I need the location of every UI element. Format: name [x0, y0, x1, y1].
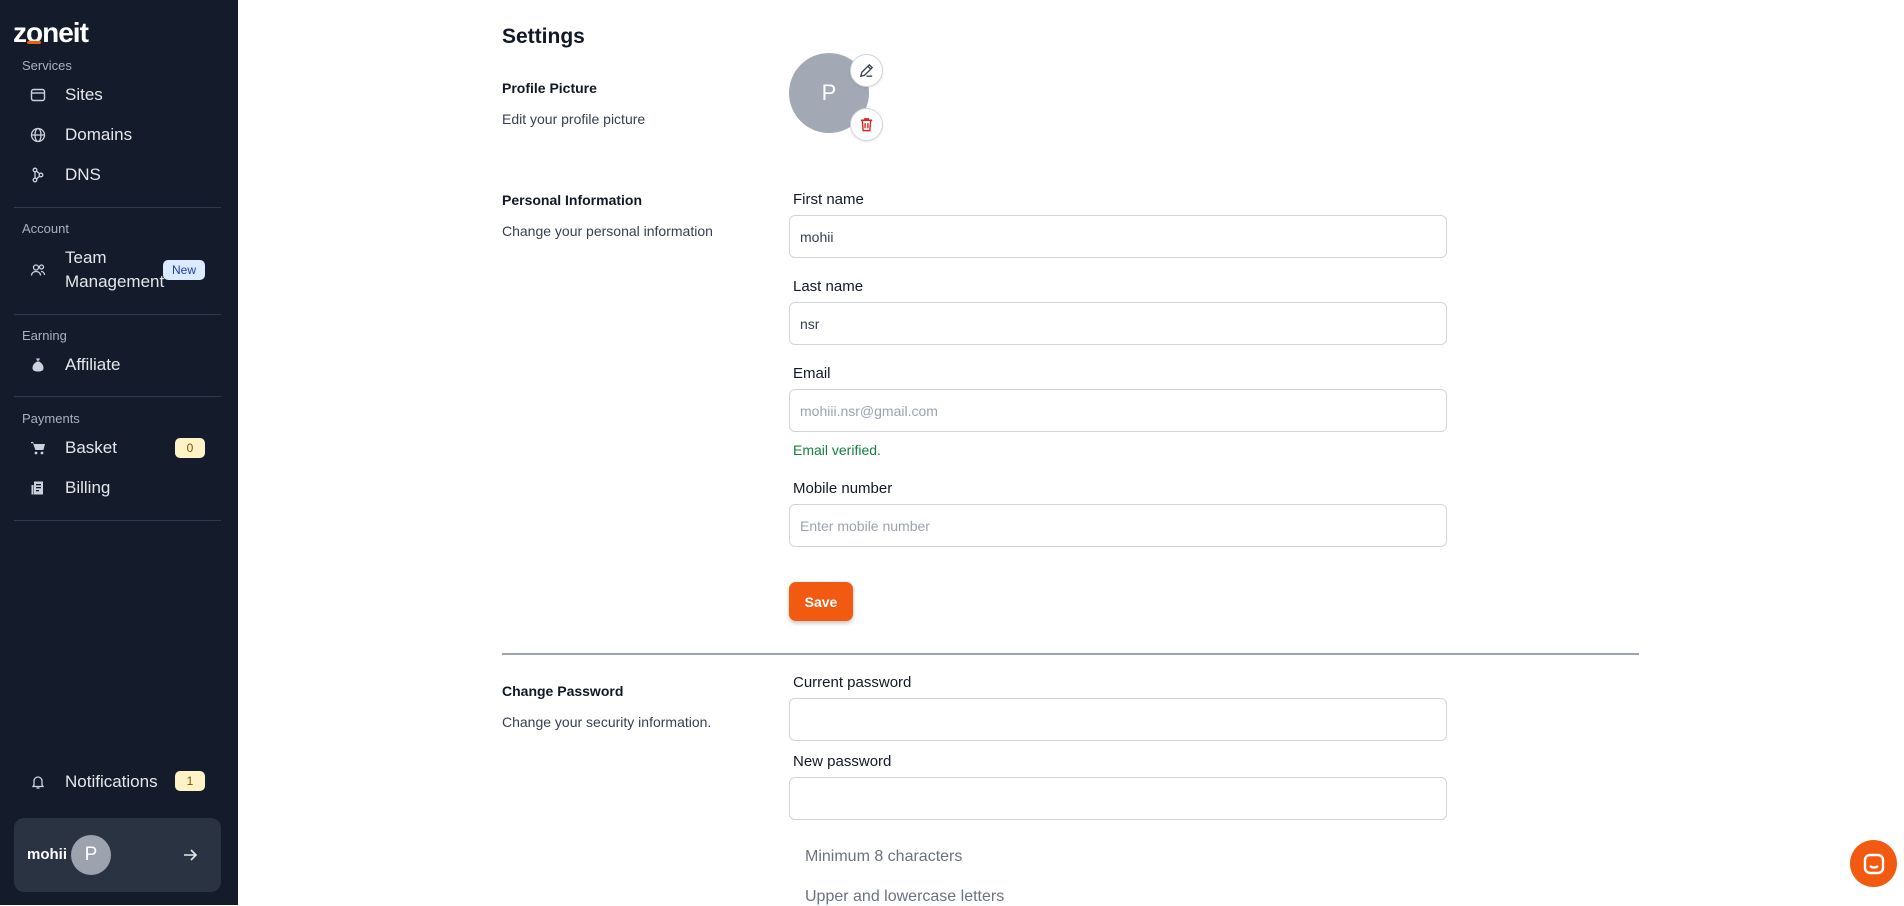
first-name-input[interactable] — [789, 215, 1447, 258]
delete-picture-button[interactable] — [850, 108, 883, 141]
new-badge: New — [162, 260, 205, 280]
sidebar-divider — [14, 396, 221, 397]
sidebar-item-sites[interactable]: Sites — [22, 77, 210, 113]
email-verified-status: Email verified. — [793, 442, 881, 458]
profile-picture-desc: Edit your profile picture — [502, 111, 646, 127]
personal-info-desc: Change your personal information — [502, 223, 713, 239]
user-name: mohii — [27, 846, 67, 863]
email-label: Email — [793, 365, 831, 382]
sidebar-item-label: Domains — [65, 125, 133, 144]
zoneit-logo[interactable]: zoneit — [13, 17, 89, 49]
sidebar-item-label: Basket — [65, 438, 117, 457]
personal-info-title: Personal Information — [502, 192, 643, 208]
notifications-count-badge: 1 — [175, 771, 205, 791]
sidebar: zoneit Services Sites Domains DNS Accoun… — [0, 0, 238, 905]
save-button[interactable]: Save — [789, 582, 853, 621]
current-password-label: Current password — [793, 674, 912, 691]
trash-icon — [860, 118, 873, 132]
money-bag-icon — [30, 357, 46, 373]
bell-icon — [30, 774, 46, 790]
sidebar-item-label: Affiliate — [65, 355, 121, 374]
edit-picture-button[interactable] — [850, 54, 883, 87]
browser-window-icon — [30, 87, 46, 103]
current-password-input[interactable] — [789, 698, 1447, 741]
mobile-input[interactable] — [789, 504, 1447, 547]
invoice-icon — [30, 480, 46, 496]
section-label-earning: Earning — [22, 328, 67, 343]
users-icon — [30, 262, 46, 278]
sidebar-item-label: Sites — [65, 85, 103, 104]
section-label-account: Account — [22, 221, 69, 236]
sidebar-item-billing[interactable]: Billing — [22, 470, 210, 506]
section-label-payments: Payments — [22, 411, 80, 426]
page-title: Settings — [502, 25, 585, 48]
email-input[interactable] — [789, 389, 1447, 432]
avatar: P — [71, 835, 111, 875]
change-password-desc: Change your security information. — [502, 714, 712, 730]
sidebar-item-label: Notifications — [65, 772, 158, 791]
new-password-input[interactable] — [789, 777, 1447, 820]
chat-icon — [1863, 853, 1884, 874]
network-icon — [30, 167, 46, 183]
sidebar-divider — [14, 207, 221, 208]
globe-icon — [30, 127, 46, 143]
sidebar-divider — [14, 314, 221, 315]
last-name-input[interactable] — [789, 302, 1447, 345]
sidebar-item-label: Billing — [65, 478, 111, 497]
last-name-label: Last name — [793, 278, 864, 295]
password-requirement: Upper and lowercase letters — [805, 888, 1005, 905]
password-requirement: Minimum 8 characters — [805, 848, 963, 865]
chat-launcher-button[interactable] — [1850, 840, 1897, 887]
section-divider — [502, 653, 1639, 655]
sidebar-item-domains[interactable]: Domains — [22, 117, 210, 153]
user-profile-card[interactable]: mohii P — [14, 818, 221, 892]
team-label-line2: Management — [65, 272, 165, 291]
new-password-label: New password — [793, 753, 892, 770]
basket-count-badge: 0 — [175, 438, 205, 458]
sidebar-item-label: DNS — [65, 165, 101, 184]
profile-picture-title: Profile Picture — [502, 80, 597, 96]
sidebar-item-affiliate[interactable]: Affiliate — [22, 347, 210, 383]
change-password-title: Change Password — [502, 683, 624, 699]
sidebar-item-dns[interactable]: DNS — [22, 157, 210, 193]
cart-icon — [30, 440, 46, 456]
first-name-label: First name — [793, 191, 864, 208]
arrow-right-icon[interactable] — [181, 846, 199, 864]
sidebar-item-label: Team Management — [65, 246, 164, 294]
pencil-icon — [859, 63, 874, 78]
section-label-services: Services — [22, 58, 72, 73]
mobile-label: Mobile number — [793, 480, 893, 497]
sidebar-divider — [14, 520, 221, 521]
team-label-line1: Team — [65, 248, 107, 267]
